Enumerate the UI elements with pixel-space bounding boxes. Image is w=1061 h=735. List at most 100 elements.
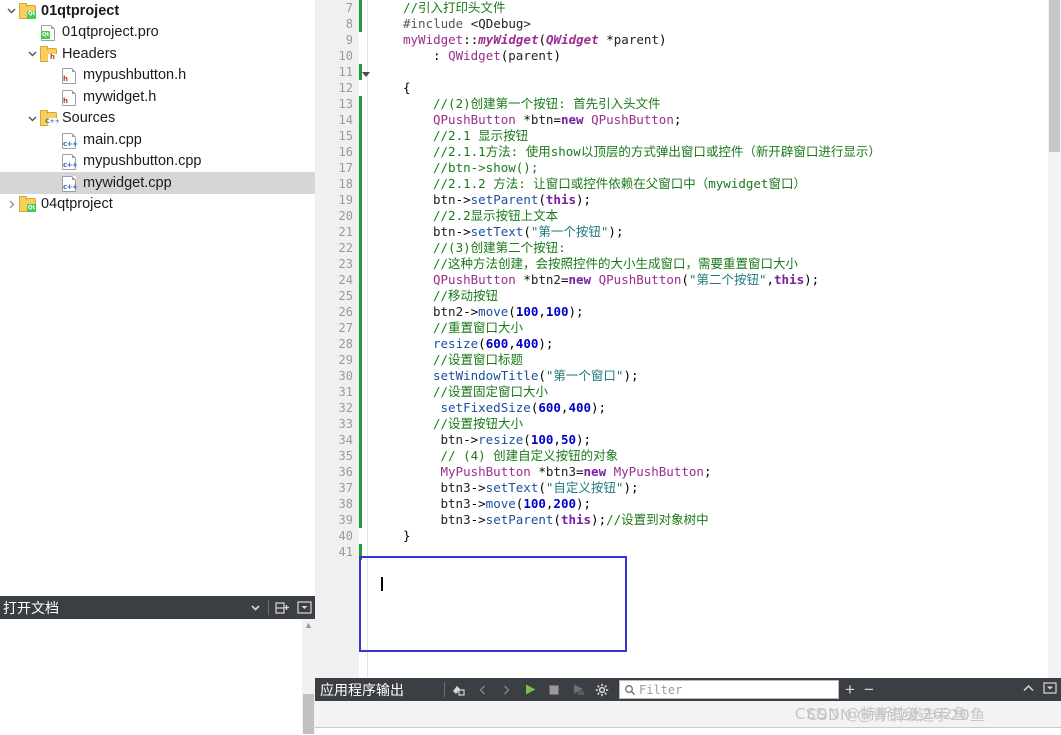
project-tree[interactable]: Qt01qtprojectQt01qtproject.prohHeadershm… <box>0 0 315 215</box>
fold-marker-icon[interactable] <box>361 67 371 77</box>
tree-item-main-cpp[interactable]: c++main.cpp <box>0 129 315 151</box>
tree-item-mywidget-cpp[interactable]: c++mywidget.cpp <box>0 172 315 194</box>
open-documents-scrollbar-thumb[interactable] <box>303 694 314 734</box>
code-line-7[interactable]: 7//引入打印头文件 <box>315 0 1061 16</box>
output-toolbar[interactable] <box>447 679 613 700</box>
split-editor-icon[interactable] <box>271 596 293 619</box>
code-line-19[interactable]: 19btn->setParent(this); <box>315 192 1061 208</box>
code-line-8[interactable]: 8#include <QDebug> <box>315 16 1061 32</box>
tree-item-mypushbutton-h[interactable]: hmypushbutton.h <box>0 65 315 87</box>
tree-item-01qtproject-pro[interactable]: Qt01qtproject.pro <box>0 22 315 44</box>
editor-scrollbar-thumb[interactable] <box>1049 0 1060 152</box>
code-text[interactable]: //引入打印头文件 <box>403 0 506 16</box>
code-text[interactable]: //这种方法创建，会按照控件的大小生成窗口，需要重置窗口大小 <box>433 256 798 272</box>
code-text[interactable]: btn->setText("第一个按钮"); <box>433 224 623 240</box>
code-text[interactable]: //移动按钮 <box>433 288 498 304</box>
code-text[interactable]: setWindowTitle("第一个窗口"); <box>433 368 639 384</box>
code-line-30[interactable]: 30setWindowTitle("第一个窗口"); <box>315 368 1061 384</box>
code-line-33[interactable]: 33//设置按钮大小 <box>315 416 1061 432</box>
code-line-15[interactable]: 15//2.1 显示按钮 <box>315 128 1061 144</box>
expand-right-icon[interactable] <box>4 199 18 210</box>
tree-item-headers[interactable]: hHeaders <box>0 43 315 65</box>
code-line-13[interactable]: 13//(2)创建第一个按钮: 首先引入头文件 <box>315 96 1061 112</box>
code-text[interactable]: //设置窗口标题 <box>433 352 523 368</box>
zoom-out-button[interactable]: − <box>864 680 874 700</box>
code-text[interactable]: //(2)创建第一个按钮: 首先引入头文件 <box>433 96 661 112</box>
code-text[interactable]: //设置固定窗口大小 <box>433 384 548 400</box>
code-text[interactable]: //2.2显示按钮上文本 <box>433 208 558 224</box>
chevron-down-icon[interactable] <box>244 596 266 619</box>
code-line-28[interactable]: 28resize(600,400); <box>315 336 1061 352</box>
code-text[interactable]: btn->setParent(this); <box>433 192 591 208</box>
code-line-25[interactable]: 25//移动按钮 <box>315 288 1061 304</box>
code-text[interactable]: btn3->move(100,200); <box>441 496 592 512</box>
code-text[interactable]: //设置按钮大小 <box>433 416 523 432</box>
code-text[interactable]: { <box>403 80 411 96</box>
code-line-22[interactable]: 22//(3)创建第二个按钮: <box>315 240 1061 256</box>
code-text[interactable]: btn3->setParent(this);//设置到对象树中 <box>441 512 709 528</box>
code-line-40[interactable]: 40} <box>315 528 1061 544</box>
code-line-38[interactable]: 38btn3->move(100,200); <box>315 496 1061 512</box>
code-lines[interactable]: 7//引入打印头文件8#include <QDebug>9myWidget::m… <box>315 0 1061 678</box>
code-text[interactable]: //btn->show(); <box>433 160 538 176</box>
code-line-35[interactable]: 35// (4) 创建自定义按钮的对象 <box>315 448 1061 464</box>
tree-item-sources[interactable]: C++Sources <box>0 108 315 130</box>
code-line-27[interactable]: 27//重置窗口大小 <box>315 320 1061 336</box>
code-editor[interactable]: 7//引入打印头文件8#include <QDebug>9myWidget::m… <box>315 0 1061 678</box>
code-line-17[interactable]: 17//btn->show(); <box>315 160 1061 176</box>
code-text[interactable]: //2.1.2 方法: 让窗口或控件依赖在父窗口中（mywidget窗口） <box>433 176 806 192</box>
code-text[interactable]: // (4) 创建自定义按钮的对象 <box>441 448 619 464</box>
code-line-21[interactable]: 21btn->setText("第一个按钮"); <box>315 224 1061 240</box>
chevron-up-icon[interactable] <box>1022 684 1035 696</box>
project-tree-pane[interactable]: Qt01qtprojectQt01qtproject.prohHeadershm… <box>0 0 315 596</box>
code-line-32[interactable]: 32setFixedSize(600,400); <box>315 400 1061 416</box>
open-documents-panel[interactable]: 打开文档 ▲ <box>0 596 315 734</box>
code-text[interactable]: QPushButton *btn=new QPushButton; <box>433 112 681 128</box>
code-line-9[interactable]: 9myWidget::myWidget(QWidget *parent) <box>315 32 1061 48</box>
code-line-12[interactable]: 12{ <box>315 80 1061 96</box>
stop-icon[interactable] <box>543 679 565 700</box>
output-filter-field[interactable]: Filter <box>619 680 839 699</box>
code-line-34[interactable]: 34btn->resize(100,50); <box>315 432 1061 448</box>
code-line-37[interactable]: 37btn3->setText("自定义按钮"); <box>315 480 1061 496</box>
tree-item-04qtproject[interactable]: Qt04qtproject <box>0 194 315 216</box>
attach-debugger-icon[interactable] <box>567 679 589 700</box>
code-line-39[interactable]: 39btn3->setParent(this);//设置到对象树中 <box>315 512 1061 528</box>
open-documents-list[interactable]: ▲ <box>0 619 315 734</box>
code-text[interactable]: resize(600,400); <box>433 336 553 352</box>
close-panel-icon[interactable] <box>293 596 315 619</box>
code-line-14[interactable]: 14QPushButton *btn=new QPushButton; <box>315 112 1061 128</box>
prev-item-icon[interactable] <box>471 679 493 700</box>
code-text[interactable]: QPushButton *btn2=new QPushButton("第二个按钮… <box>433 272 819 288</box>
code-line-31[interactable]: 31//设置固定窗口大小 <box>315 384 1061 400</box>
output-window-controls[interactable] <box>1022 678 1057 701</box>
code-text[interactable]: } <box>403 528 411 544</box>
output-zoom-controls[interactable]: + − <box>845 680 874 700</box>
code-text[interactable]: setFixedSize(600,400); <box>441 400 607 416</box>
code-text[interactable]: MyPushButton *btn3=new MyPushButton; <box>441 464 712 480</box>
code-line-29[interactable]: 29//设置窗口标题 <box>315 352 1061 368</box>
code-line-18[interactable]: 18//2.1.2 方法: 让窗口或控件依赖在父窗口中（mywidget窗口） <box>315 176 1061 192</box>
code-line-20[interactable]: 20//2.2显示按钮上文本 <box>315 208 1061 224</box>
editor-vertical-scrollbar[interactable] <box>1048 0 1061 678</box>
scroll-up-arrow-icon[interactable]: ▲ <box>302 620 315 630</box>
code-text[interactable]: btn->resize(100,50); <box>441 432 592 448</box>
code-text[interactable]: //2.1 显示按钮 <box>433 128 528 144</box>
code-line-10[interactable]: 10: QWidget(parent) <box>315 48 1061 64</box>
code-line-41[interactable]: 41 <box>315 544 1061 560</box>
code-text[interactable]: btn2->move(100,100); <box>433 304 584 320</box>
code-text[interactable]: : QWidget(parent) <box>433 48 561 64</box>
code-text[interactable]: myWidget::myWidget(QWidget *parent) <box>403 32 666 48</box>
expand-down-icon[interactable] <box>4 5 18 16</box>
code-text[interactable]: btn3->setText("自定义按钮"); <box>441 480 639 496</box>
run-icon[interactable] <box>519 679 541 700</box>
code-line-23[interactable]: 23//这种方法创建，会按照控件的大小生成窗口，需要重置窗口大小 <box>315 256 1061 272</box>
tree-item-01qtproject[interactable]: Qt01qtproject <box>0 0 315 22</box>
code-line-26[interactable]: 26btn2->move(100,100); <box>315 304 1061 320</box>
next-item-icon[interactable] <box>495 679 517 700</box>
code-text[interactable]: //2.1.1方法: 使用show以顶层的方式弹出窗口或控件（新开辟窗口进行显示… <box>433 144 881 160</box>
open-documents-scrollbar[interactable]: ▲ <box>302 619 315 734</box>
close-panel-icon[interactable] <box>1043 682 1057 697</box>
code-text[interactable]: //(3)创建第二个按钮: <box>433 240 566 256</box>
code-line-24[interactable]: 24QPushButton *btn2=new QPushButton("第二个… <box>315 272 1061 288</box>
